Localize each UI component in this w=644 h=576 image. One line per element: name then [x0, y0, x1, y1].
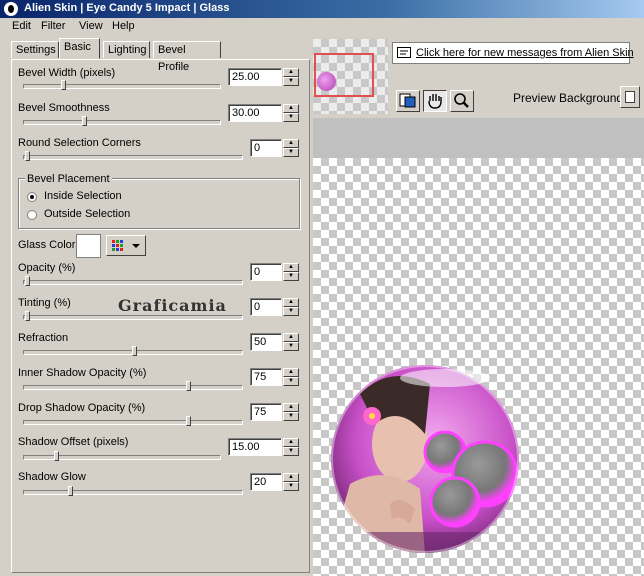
- bevel-placement-group: [18, 178, 300, 229]
- bevel-smoothness-spinner[interactable]: ▲ ▼: [283, 104, 299, 122]
- inner-shadow-slider[interactable]: [23, 385, 243, 390]
- drop-shadow-slider[interactable]: [23, 420, 243, 425]
- opacity-slider-thumb[interactable]: [25, 276, 30, 286]
- shadow-offset-slider-thumb[interactable]: [54, 451, 59, 461]
- refraction-label: Refraction: [18, 332, 69, 344]
- tab-bevel-profile[interactable]: Bevel Profile: [153, 41, 221, 73]
- shadow-glow-label: Shadow Glow: [18, 471, 86, 483]
- shadow-offset-input[interactable]: 15.00: [228, 438, 282, 456]
- round-corners-slider[interactable]: [23, 155, 243, 160]
- watermark-text: Graficamia: [118, 296, 227, 315]
- inner-shadow-slider-thumb[interactable]: [186, 381, 191, 391]
- outside-selection-radio[interactable]: [27, 210, 37, 220]
- menu-filter[interactable]: Filter: [41, 20, 65, 32]
- bevel-width-slider[interactable]: [23, 84, 221, 89]
- message-icon: [397, 47, 411, 58]
- bevel-smoothness-input[interactable]: 30.00: [228, 104, 282, 122]
- drop-shadow-slider-thumb[interactable]: [186, 416, 191, 426]
- menu-bar: Edit Filter View Help: [0, 18, 644, 36]
- hand-icon: [428, 94, 442, 109]
- preview-canvas[interactable]: [313, 158, 644, 576]
- tinting-spinner[interactable]: ▲ ▼: [283, 298, 299, 316]
- drop-shadow-label: Drop Shadow Opacity (%): [18, 402, 146, 414]
- shadow-glow-slider[interactable]: [23, 490, 243, 495]
- title-bar: Alien Skin | Eye Candy 5 Impact | Glass: [0, 0, 644, 18]
- menu-view[interactable]: View: [79, 20, 103, 32]
- tab-settings[interactable]: Settings: [11, 41, 59, 58]
- compare-icon: [399, 93, 416, 108]
- tinting-label: Tinting (%): [18, 297, 71, 309]
- color-picker-button[interactable]: [106, 235, 146, 256]
- shadow-offset-spinner[interactable]: ▲ ▼: [283, 438, 299, 456]
- window-title: Alien Skin | Eye Candy 5 Impact | Glass: [24, 2, 230, 14]
- inner-shadow-label: Inner Shadow Opacity (%): [18, 367, 147, 379]
- inner-shadow-spinner[interactable]: ▲ ▼: [283, 368, 299, 386]
- tab-basic[interactable]: Basic: [59, 38, 100, 59]
- inside-selection-label[interactable]: Inside Selection: [44, 190, 122, 202]
- preview-top-gutter: [313, 118, 644, 158]
- round-corners-input[interactable]: 0: [250, 139, 282, 157]
- glass-color-swatch[interactable]: [76, 234, 101, 258]
- bevel-width-slider-thumb[interactable]: [61, 80, 66, 90]
- tinting-slider-thumb[interactable]: [25, 311, 30, 321]
- drop-shadow-spinner[interactable]: ▲ ▼: [283, 403, 299, 421]
- navigator-preview-glass: [317, 72, 336, 91]
- opacity-label: Opacity (%): [18, 262, 76, 274]
- zoom-tool-button[interactable]: [450, 90, 474, 112]
- glass-color-label: Glass Color: [18, 239, 76, 251]
- bevel-smoothness-slider-thumb[interactable]: [82, 116, 87, 126]
- bevel-width-input[interactable]: 25.00: [228, 68, 282, 86]
- shadow-glow-spinner[interactable]: ▲ ▼: [283, 473, 299, 491]
- preview-background-button[interactable]: [620, 86, 640, 108]
- hand-tool-button[interactable]: [423, 90, 447, 112]
- tab-lighting[interactable]: Lighting: [103, 41, 150, 58]
- tinting-slider[interactable]: [23, 315, 243, 320]
- shadow-offset-slider[interactable]: [23, 455, 221, 460]
- menu-help[interactable]: Help: [112, 20, 135, 32]
- bevel-placement-title: Bevel Placement: [25, 173, 112, 185]
- outside-selection-label[interactable]: Outside Selection: [44, 208, 130, 220]
- bevel-smoothness-slider[interactable]: [23, 120, 221, 125]
- refraction-slider-thumb[interactable]: [132, 346, 137, 356]
- color-grid-icon: [112, 240, 140, 251]
- shadow-glow-input[interactable]: 20: [250, 473, 282, 491]
- drop-shadow-input[interactable]: 75: [250, 403, 282, 421]
- shadow-offset-label: Shadow Offset (pixels): [18, 436, 129, 448]
- glass-preview-image: [331, 365, 519, 553]
- message-box[interactable]: Click here for new messages from Alien S…: [392, 42, 634, 64]
- refraction-spinner[interactable]: ▲ ▼: [283, 333, 299, 351]
- menu-edit[interactable]: Edit: [12, 20, 31, 32]
- message-link[interactable]: Click here for new messages from Alien S…: [416, 47, 634, 59]
- refraction-input[interactable]: 50: [250, 333, 282, 351]
- compare-tool-button[interactable]: [396, 90, 420, 112]
- inside-selection-radio[interactable]: [27, 192, 37, 202]
- shadow-glow-slider-thumb[interactable]: [68, 486, 73, 496]
- tinting-input[interactable]: 0: [250, 298, 282, 316]
- bevel-smoothness-label: Bevel Smoothness: [18, 102, 110, 114]
- opacity-input[interactable]: 0: [250, 263, 282, 281]
- round-corners-label: Round Selection Corners: [18, 137, 141, 149]
- bevel-width-spinner[interactable]: ▲ ▼: [283, 68, 299, 86]
- round-corners-slider-thumb[interactable]: [25, 151, 30, 161]
- bevel-width-label: Bevel Width (pixels): [18, 67, 116, 79]
- preview-background-label: Preview Background:: [513, 91, 627, 105]
- magnifier-icon: [454, 93, 469, 108]
- opacity-slider[interactable]: [23, 280, 243, 285]
- opacity-spinner[interactable]: ▲ ▼: [283, 263, 299, 281]
- round-corners-spinner[interactable]: ▲ ▼: [283, 139, 299, 157]
- app-icon: [4, 2, 18, 16]
- inner-shadow-input[interactable]: 75: [250, 368, 282, 386]
